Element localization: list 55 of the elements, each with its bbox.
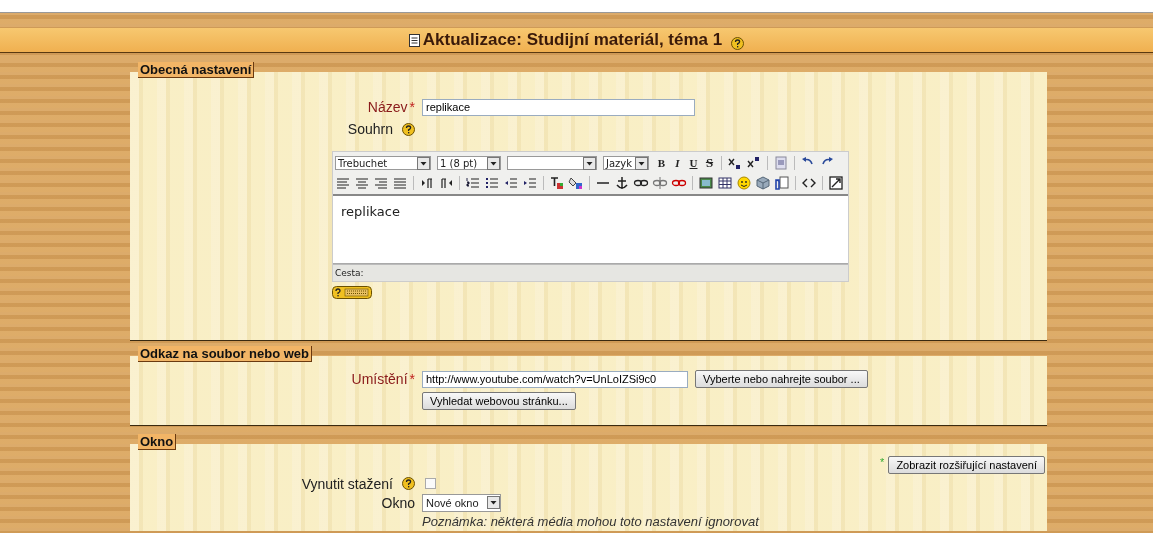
- italic-button[interactable]: I: [671, 157, 684, 169]
- search-web-button[interactable]: Vyhledat webovou stránku...: [422, 392, 576, 410]
- help-icon[interactable]: [402, 477, 415, 490]
- url-field[interactable]: http://www.youtube.com/watch?v=UnLoIZSi9c0: [422, 370, 688, 388]
- editor-text-area[interactable]: replikace: [333, 196, 848, 264]
- force-download-checkbox[interactable]: [425, 478, 436, 489]
- underline-button[interactable]: U: [687, 157, 700, 169]
- style-select[interactable]: [507, 156, 597, 170]
- language-select[interactable]: Jazyk: [603, 156, 649, 170]
- bullet-list-icon[interactable]: [484, 175, 500, 191]
- page-title: Aktualizace: Studijní materiál, téma 1: [422, 30, 723, 50]
- note-text: Poznámka: některá média mohou toto nastavení ignorovat: [422, 514, 759, 529]
- align-left-icon[interactable]: [335, 175, 351, 191]
- anchor-icon[interactable]: [614, 175, 630, 191]
- font-select[interactable]: Trebuchet: [335, 156, 431, 170]
- field-label: Umístění: [351, 371, 408, 387]
- numbered-list-icon[interactable]: [465, 175, 481, 191]
- document-icon: [408, 33, 421, 47]
- path-label: Cesta:: [335, 268, 364, 278]
- section-legend: Odkaz na soubor nebo web: [138, 346, 313, 362]
- cube-icon[interactable]: [755, 175, 771, 191]
- text-color-icon[interactable]: [549, 175, 565, 191]
- justify-icon[interactable]: [392, 175, 408, 191]
- indent-icon[interactable]: [522, 175, 538, 191]
- required-mark: *: [409, 99, 415, 115]
- field-label: Vynutit stažení: [301, 475, 393, 492]
- section-legend: Obecná nastavení: [138, 62, 255, 78]
- show-advanced-button[interactable]: Zobrazit rozšiřující nastavení: [888, 456, 1045, 474]
- bold-button[interactable]: B: [655, 157, 668, 169]
- align-center-icon[interactable]: [354, 175, 370, 191]
- help-icon[interactable]: [731, 36, 745, 50]
- choose-file-button[interactable]: Vyberte nebo nahrejte soubor ...: [695, 370, 868, 388]
- field-label: Souhrn: [347, 121, 393, 137]
- background-color-icon[interactable]: [568, 175, 584, 191]
- ltr-icon[interactable]: [419, 175, 435, 191]
- rtl-icon[interactable]: [438, 175, 454, 191]
- image-icon[interactable]: [698, 175, 714, 191]
- fullscreen-icon[interactable]: [828, 175, 844, 191]
- advanced-mark: *: [880, 456, 885, 468]
- size-select[interactable]: 1 (8 pt): [437, 156, 501, 170]
- help-icon[interactable]: [402, 122, 415, 136]
- smiley-icon[interactable]: [736, 175, 752, 191]
- required-mark: *: [409, 371, 415, 387]
- unlink-icon[interactable]: [652, 175, 668, 191]
- name-field[interactable]: replikace: [422, 98, 695, 116]
- table-icon[interactable]: [717, 175, 733, 191]
- strikethrough-button[interactable]: S: [703, 155, 716, 171]
- keyboard-help-icon[interactable]: [332, 286, 372, 299]
- field-label: Okno: [381, 494, 415, 511]
- section-legend: Okno: [138, 434, 177, 450]
- field-label: Název: [367, 99, 408, 115]
- editor-text: replikace: [341, 204, 400, 219]
- align-right-icon[interactable]: [373, 175, 389, 191]
- outdent-icon[interactable]: [503, 175, 519, 191]
- window-select[interactable]: Nové okno: [422, 493, 501, 512]
